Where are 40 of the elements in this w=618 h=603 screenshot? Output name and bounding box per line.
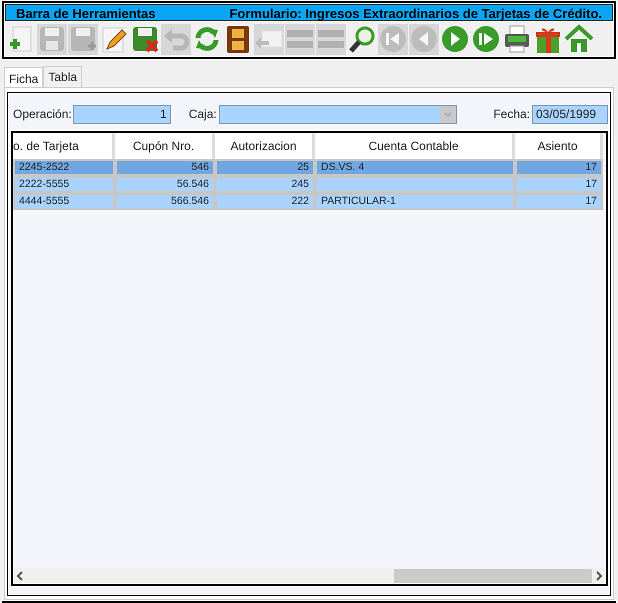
- horizontal-scrollbar[interactable]: [13, 568, 606, 584]
- table-cell: 56.546: [115, 176, 215, 193]
- operation-field[interactable]: 1: [72, 104, 171, 124]
- field-label: Caja:: [188, 106, 217, 123]
- form-title: Formulario: Ingresos Extraordinarios de Tarjetas de Crédito.: [229, 5, 602, 20]
- field-label: Fecha:: [493, 106, 530, 123]
- date-field[interactable]: 03/05/1999: [532, 104, 608, 124]
- toolbar-title: Barra de Herramientas: [16, 5, 156, 20]
- home-icon[interactable]: [564, 24, 594, 55]
- printer-icon[interactable]: [502, 24, 532, 55]
- table-cell: 566.546: [115, 193, 215, 210]
- table-cell: 17: [515, 159, 603, 176]
- table-cell: 2245-2522: [13, 159, 115, 176]
- scroll-thumb[interactable]: [394, 569, 592, 583]
- table-cell: 25: [215, 159, 315, 176]
- search-icon[interactable]: [347, 24, 377, 55]
- table-cell: 245: [215, 176, 315, 193]
- table-cell: DS.VS. 4: [315, 159, 515, 176]
- column-header[interactable]: o. de Tarjeta: [13, 133, 115, 159]
- table-cell: 222: [215, 193, 315, 210]
- column-header[interactable]: Cuenta Contable: [315, 133, 515, 159]
- table-cell: 4444-5555: [13, 193, 115, 210]
- table-row[interactable]: 2222-5555 56.546 245 17: [13, 176, 606, 193]
- table-cell: 17: [515, 193, 603, 210]
- table-row[interactable]: 4444-5555 566.546 222 PARTICULAR-1 17: [13, 193, 606, 210]
- skip-forward-icon[interactable]: [471, 24, 501, 55]
- tab[interactable]: Tabla: [43, 66, 82, 87]
- field-label: Operación:: [13, 106, 72, 123]
- column-header[interactable]: Asiento: [515, 133, 603, 159]
- column-header[interactable]: Cupón Nro.: [115, 133, 215, 159]
- table-cell: PARTICULAR-1: [315, 193, 515, 210]
- table-cell: 2222-5555: [13, 176, 115, 193]
- play-icon[interactable]: [440, 24, 470, 55]
- table-cell: 546: [115, 159, 215, 176]
- column-header[interactable]: Autorizacion: [215, 133, 315, 159]
- table-row[interactable]: 2245-2522 546 25 DS.VS. 4 17: [13, 159, 606, 176]
- floppy-disk-icon[interactable]: [130, 24, 160, 55]
- tab[interactable]: Ficha: [4, 67, 44, 87]
- cash-dropdown[interactable]: [218, 104, 457, 124]
- table-cell: 17: [515, 176, 603, 193]
